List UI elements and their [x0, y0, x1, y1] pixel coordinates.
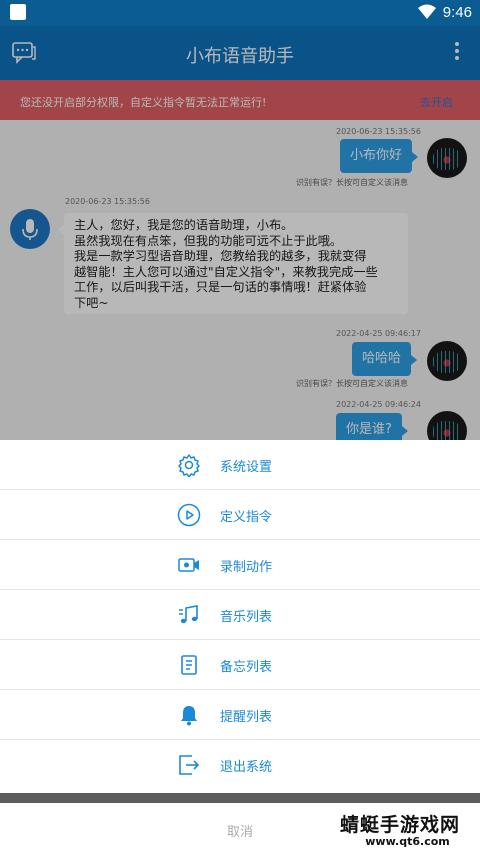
status-bar: 9:46	[0, 0, 480, 26]
watermark: 蜻蜓手游戏网 www.qt6.com	[340, 815, 475, 851]
watermark-url: www.qt6.com	[365, 835, 450, 848]
sheet-divider	[0, 793, 480, 803]
wifi-icon	[418, 4, 436, 19]
music-note-icon	[179, 605, 198, 624]
menu-item-system-settings[interactable]: 系统设置	[0, 440, 480, 490]
menu-item-label: 定义指令	[220, 510, 273, 525]
video-camera-icon	[178, 558, 199, 572]
bell-icon	[181, 706, 197, 726]
menu-item-label: 备忘列表	[220, 660, 273, 675]
menu-item-music-list[interactable]: 音乐列表	[0, 590, 480, 640]
menu-item-reminder-list[interactable]: 提醒列表	[0, 690, 480, 740]
watermark-title: 蜻蜓手游戏网	[340, 814, 461, 836]
bottom-sheet-menu: 系统设置 定义指令 录制动作 音乐列表 备忘列表 提醒列表 退出系统	[0, 440, 480, 793]
menu-item-label: 录制动作	[220, 560, 273, 575]
menu-item-label: 音乐列表	[220, 610, 273, 625]
menu-item-define-command[interactable]: 定义指令	[0, 490, 480, 540]
menu-item-label: 退出系统	[220, 760, 273, 775]
status-time: 9:46	[442, 4, 472, 21]
gear-icon	[178, 454, 200, 477]
menu-item-memo-list[interactable]: 备忘列表	[0, 640, 480, 690]
menu-item-label: 系统设置	[220, 460, 273, 475]
exit-icon	[179, 755, 200, 775]
modal-backdrop[interactable]	[0, 26, 480, 440]
notebook-icon	[181, 655, 197, 675]
play-circle-icon	[177, 503, 201, 527]
notification-icon	[10, 4, 26, 20]
menu-item-record-action[interactable]: 录制动作	[0, 540, 480, 590]
menu-item-exit-system[interactable]: 退出系统	[0, 740, 480, 790]
menu-item-label: 提醒列表	[220, 710, 273, 725]
